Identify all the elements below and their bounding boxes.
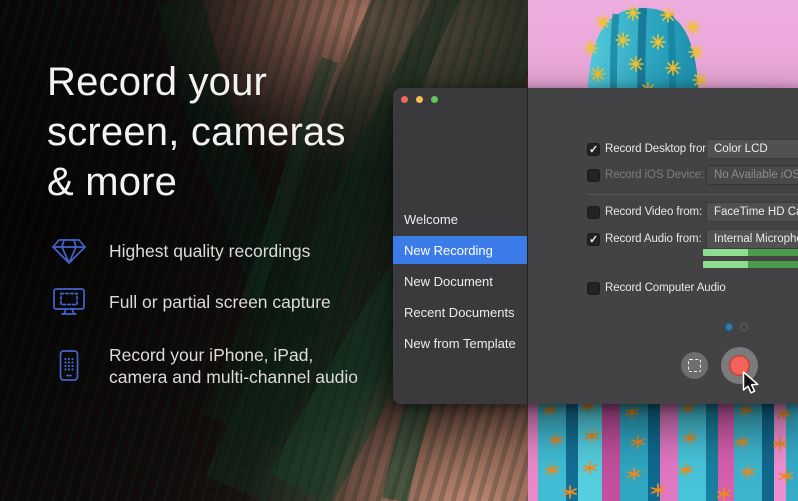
feature-devices: Record your iPhone, iPad, camera and mul… xyxy=(50,344,361,388)
hero-title: Record your screen, cameras & more xyxy=(47,57,346,207)
feature-screen-capture: Full or partial screen capture xyxy=(50,286,331,318)
marketing-screenshot: Record your screen, cameras & more Highe… xyxy=(0,0,798,501)
record-desktop-select[interactable]: Color LCD xyxy=(706,139,798,159)
cactus-spines-illustration xyxy=(528,398,798,501)
selected-value: Internal Microphone xyxy=(714,233,798,245)
sidebar-item-label: Recent Documents xyxy=(404,305,515,320)
hero-title-line-2: screen, cameras xyxy=(47,107,346,157)
record-video-checkbox[interactable] xyxy=(587,206,600,219)
window-sidebar: Welcome New Recording New Document Recen… xyxy=(393,88,528,404)
record-audio-row: Record Audio from: Internal Microphone xyxy=(587,229,798,249)
record-video-label[interactable]: Record Video from: xyxy=(605,206,702,218)
close-button[interactable] xyxy=(401,96,408,103)
sidebar-item-label: New from Template xyxy=(404,336,516,351)
record-ios-checkbox[interactable] xyxy=(587,169,600,182)
record-audio-select[interactable]: Internal Microphone xyxy=(706,229,798,249)
feature-text: Highest quality recordings xyxy=(109,240,310,262)
sidebar-item-new-recording[interactable]: New Recording xyxy=(393,236,527,264)
sidebar-item-label: Welcome xyxy=(404,212,458,227)
section-divider xyxy=(587,194,798,195)
record-computer-audio-label[interactable]: Record Computer Audio xyxy=(605,282,726,294)
selection-mode-button[interactable] xyxy=(681,352,708,379)
record-ios-select: No Available iOS Devices xyxy=(706,165,798,185)
sidebar-item-welcome[interactable]: Welcome xyxy=(393,205,527,233)
page-dot-2[interactable] xyxy=(740,323,748,331)
hero-title-line-1: Record your xyxy=(47,57,346,107)
selected-value: Color LCD xyxy=(714,143,768,155)
record-ios-row: Record iOS Device: No Available iOS Devi… xyxy=(587,165,798,185)
sidebar-item-label: New Document xyxy=(404,274,493,289)
sidebar-item-new-document[interactable]: New Document xyxy=(393,267,527,295)
record-video-select[interactable]: FaceTime HD Camera xyxy=(706,202,798,222)
record-ios-label: Record iOS Device: xyxy=(605,169,704,181)
hero-title-line-3: & more xyxy=(47,157,346,207)
record-desktop-label[interactable]: Record Desktop from: xyxy=(605,143,715,155)
record-computer-audio-row: Record Computer Audio xyxy=(587,278,798,298)
sidebar-item-label: New Recording xyxy=(404,243,493,258)
feature-quality: Highest quality recordings xyxy=(50,236,310,266)
page-dot-1[interactable] xyxy=(725,323,733,331)
recording-settings-panel: Record Desktop from: Color LCD Record iO… xyxy=(528,88,798,404)
record-video-row: Record Video from: FaceTime HD Camera xyxy=(587,202,798,222)
dashed-selection-icon xyxy=(688,359,701,372)
app-window: Welcome New Recording New Document Recen… xyxy=(393,88,798,404)
audio-level-meter-right xyxy=(703,261,798,268)
cactus-photo-bottom xyxy=(528,398,798,501)
diamond-icon xyxy=(50,236,88,266)
selected-value: No Available iOS Devices xyxy=(714,169,798,181)
minimize-button[interactable] xyxy=(416,96,423,103)
record-audio-label[interactable]: Record Audio from: xyxy=(605,233,702,245)
device-grid-icon xyxy=(50,349,88,383)
record-computer-audio-checkbox[interactable] xyxy=(587,282,600,295)
mouse-cursor xyxy=(742,371,760,401)
feature-text: Record your iPhone, iPad, camera and mul… xyxy=(109,344,361,388)
audio-level-fill xyxy=(703,261,748,268)
zoom-button[interactable] xyxy=(431,96,438,103)
record-desktop-checkbox[interactable] xyxy=(587,143,600,156)
screen-capture-icon xyxy=(50,286,88,318)
record-desktop-row: Record Desktop from: Color LCD xyxy=(587,139,798,159)
record-audio-checkbox[interactable] xyxy=(587,233,600,246)
feature-text: Full or partial screen capture xyxy=(109,291,331,313)
audio-level-meter-left xyxy=(703,249,798,256)
sidebar-item-new-from-template[interactable]: New from Template xyxy=(393,329,527,357)
selected-value: FaceTime HD Camera xyxy=(714,206,798,218)
sidebar-item-recent-documents[interactable]: Recent Documents xyxy=(393,298,527,326)
audio-level-fill xyxy=(703,249,748,256)
